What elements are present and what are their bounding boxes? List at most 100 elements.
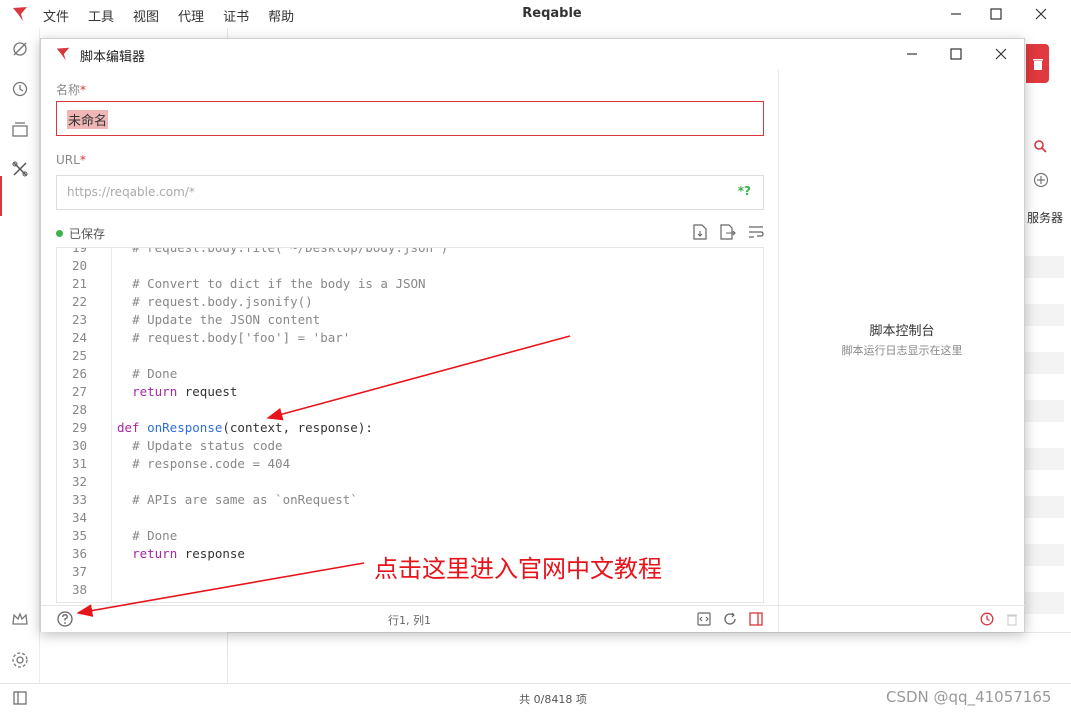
line-number: 38: [71, 582, 87, 597]
line-number: 31: [71, 456, 87, 471]
line-number: 34: [71, 510, 87, 525]
line-number: 33: [71, 492, 87, 507]
clock-icon[interactable]: [980, 612, 994, 626]
console-title: 脚本控制台: [869, 324, 935, 339]
code-text: # request.body.jsonify(): [132, 294, 313, 309]
line-number: 22: [71, 294, 87, 309]
dialog-title: 脚本编辑器: [80, 50, 146, 65]
close-icon: [1035, 8, 1047, 20]
code-text: # Convert to dict if the body is a JSON: [132, 276, 426, 291]
code-line: 24 # request.body['foo'] = 'bar': [57, 329, 747, 347]
editor-statusbar: 行1, 列1: [41, 605, 778, 632]
code-text: return request: [132, 384, 238, 399]
add-circle-icon[interactable]: [1033, 172, 1049, 188]
dialog-minimize-button[interactable]: [889, 40, 935, 68]
code-line: 19 # request.body.file('~/Desktop/body.j…: [57, 247, 747, 257]
line-number: 30: [71, 438, 87, 453]
line-number: 36: [71, 546, 87, 561]
server-column-header: 服务器: [1027, 211, 1064, 225]
code-line: 22 # request.body.jsonify(): [57, 293, 747, 311]
app-title: Reqable: [522, 6, 582, 21]
wrap-lines-icon[interactable]: [747, 223, 765, 241]
line-number: 29: [71, 420, 87, 435]
code-text: # Done: [132, 366, 178, 381]
code-text: # Done: [132, 528, 178, 543]
sidebar: [0, 28, 40, 683]
line-number: 37: [71, 564, 87, 579]
code-text: # Update the JSON content: [132, 312, 321, 327]
panel-toggle-icon[interactable]: [13, 691, 27, 705]
refresh-icon[interactable]: [723, 612, 737, 626]
code-line: 25: [57, 347, 747, 365]
delete-button[interactable]: [1026, 44, 1049, 83]
main-statusbar: 共 0/8418 项 CSDN @qq_41057165: [0, 683, 1071, 713]
collections-icon[interactable]: [10, 119, 30, 139]
code-line: 31 # response.code = 404: [57, 455, 747, 473]
reqable-logo-icon: [56, 47, 70, 61]
code-text: # request.body.file('~/Desktop/body.json…: [132, 247, 449, 255]
script-editor-dialog: 脚本编辑器 名称* 未命名 URL* https://reqable.com/*…: [40, 38, 1025, 632]
split-view-icon[interactable]: [749, 612, 763, 626]
code-line: 35 # Done: [57, 527, 747, 545]
trash-icon: [1032, 58, 1043, 70]
background-detail-pane: [1024, 28, 1071, 683]
close-button[interactable]: [1018, 0, 1064, 28]
line-number: 21: [71, 276, 87, 291]
import-file-icon[interactable]: [691, 223, 709, 241]
code-text: # Update status code: [132, 438, 283, 453]
clear-console-trash-icon[interactable]: [1006, 612, 1018, 626]
line-number: 35: [71, 528, 87, 543]
code-line: 33 # APIs are same as `onRequest`: [57, 491, 747, 509]
code-line: 21 # Convert to dict if the body is a JS…: [57, 275, 747, 293]
crown-icon[interactable]: [10, 609, 30, 629]
maximize-button[interactable]: [973, 0, 1019, 28]
reqable-window: 文件 工具 视图 代理 证书 帮助 Reqable 服务器 共 0/8418 项…: [0, 0, 1071, 713]
code-line: 32: [57, 473, 747, 491]
code-line: 29 def onResponse(context, response):: [57, 419, 747, 437]
line-number: 19: [71, 247, 87, 255]
code-format-icon[interactable]: [697, 612, 711, 626]
export-file-icon[interactable]: [719, 223, 737, 241]
line-number: 28: [71, 402, 87, 417]
console-toolbar: [779, 605, 1025, 632]
url-input[interactable]: https://reqable.com/* *?: [56, 175, 764, 210]
url-placeholder: https://reqable.com/*: [67, 185, 195, 199]
cursor-position: 行1, 列1: [388, 614, 431, 627]
name-input[interactable]: 未命名: [56, 101, 764, 136]
line-number: 20: [71, 258, 87, 273]
url-label: URL*: [56, 153, 86, 167]
settings-gear-icon[interactable]: [10, 650, 30, 670]
csdn-watermark: CSDN @qq_41057165: [886, 688, 1052, 706]
code-line: 27 return request: [57, 383, 747, 401]
console-subtitle: 脚本运行日志显示在这里: [841, 344, 963, 357]
code-text: def onResponse(context, response):: [117, 420, 373, 435]
annotation-text: 点击这里进入官网中文教程: [374, 555, 662, 583]
code-line: 26 # Done: [57, 365, 747, 383]
capture-icon[interactable]: [10, 39, 30, 59]
code-line: 28: [57, 401, 747, 419]
history-icon[interactable]: [10, 79, 30, 99]
close-icon: [995, 48, 1007, 60]
dialog-maximize-button[interactable]: [933, 40, 979, 68]
line-number: 32: [71, 474, 87, 489]
tools-icon[interactable]: [10, 159, 30, 179]
minimize-icon: [951, 13, 961, 15]
background-lower-area: [228, 632, 1071, 683]
console-pane: 脚本控制台 脚本运行日志显示在这里: [778, 69, 1025, 632]
maximize-icon: [950, 48, 962, 60]
url-pattern-help[interactable]: *?: [738, 184, 751, 198]
code-line: 20: [57, 257, 747, 275]
line-number: 23: [71, 312, 87, 327]
code-text: # request.body['foo'] = 'bar': [132, 330, 351, 345]
dialog-titlebar: 脚本编辑器: [41, 39, 1024, 69]
name-input-value: 未命名: [67, 110, 109, 129]
line-number: 24: [71, 330, 87, 345]
editor-pane: 名称* 未命名 URL* https://reqable.com/* *? 已保…: [41, 69, 778, 632]
saved-dot-icon: [56, 230, 63, 237]
line-number: 25: [71, 348, 87, 363]
dialog-close-button[interactable]: [978, 40, 1024, 68]
code-text: # response.code = 404: [132, 456, 291, 471]
search-icon[interactable]: [1033, 139, 1047, 153]
sidebar-active-indicator: [0, 176, 2, 216]
code-text: # APIs are same as `onRequest`: [132, 492, 358, 507]
